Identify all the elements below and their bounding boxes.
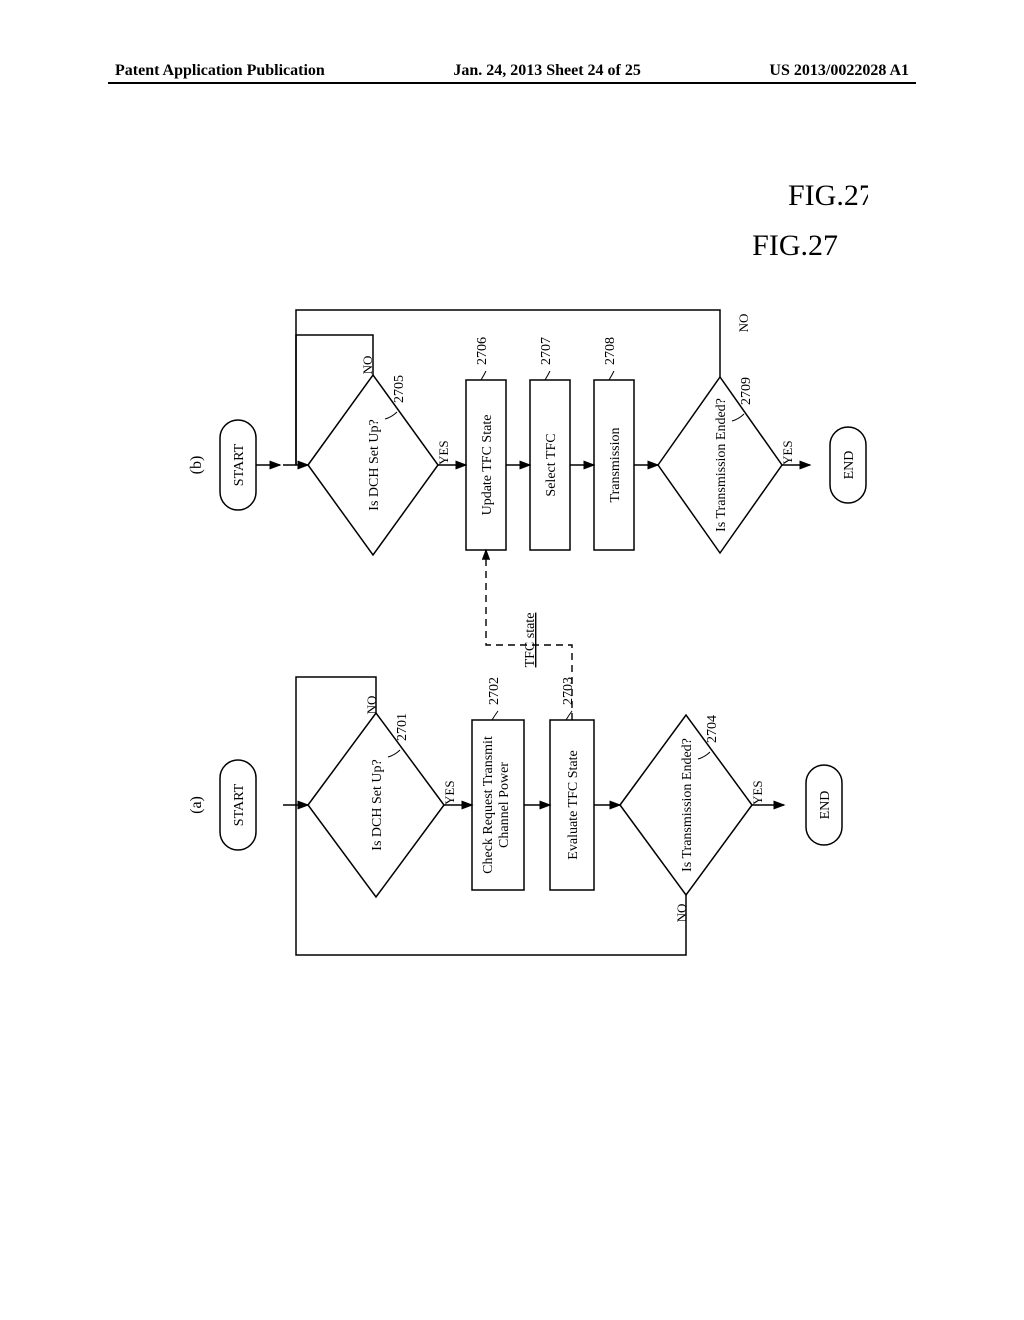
label-yes-2704: YES (750, 780, 765, 805)
label-no-2709: NO (736, 314, 751, 333)
svg-text:END: END (842, 451, 857, 480)
svg-text:(b): (b) (188, 456, 205, 475)
svg-text:START: START (232, 443, 247, 486)
header-left: Patent Application Publication (115, 62, 325, 80)
panel-a-label: (a) (188, 796, 205, 814)
label-yes-2705: YES (436, 440, 451, 465)
ref-2708: 2708 (603, 337, 618, 365)
svg-text:Update TFC State: Update TFC State (480, 415, 495, 516)
header-center: Jan. 24, 2013 Sheet 24 of 25 (453, 62, 641, 80)
svg-text:Select TFC: Select TFC (544, 433, 559, 496)
figure-diagram: FIG.27 (a) START Is DCH Set Up? 2701 NO … (148, 165, 868, 1040)
ref-2707: 2707 (539, 337, 554, 365)
ref-2705: 2705 (392, 375, 407, 403)
svg-text:START: START (232, 783, 247, 826)
svg-text:(a): (a) (188, 796, 205, 814)
figure-label: FIG.27 (752, 229, 838, 262)
label-yes-2709: YES (780, 440, 795, 465)
ref-2701: 2701 (395, 713, 410, 741)
svg-text:Is Transmission Ended?: Is Transmission Ended? (714, 398, 729, 532)
svg-text:Is DCH Set Up?: Is DCH Set Up? (370, 759, 385, 850)
tfc-state-label: TFC state (523, 613, 538, 668)
ref-2706: 2706 (475, 337, 490, 365)
ref-2709: 2709 (739, 377, 754, 405)
svg-text:Channel Power: Channel Power (497, 762, 512, 848)
svg-text:END: END (818, 791, 833, 820)
svg-text:Is Transmission Ended?: Is Transmission Ended? (680, 738, 695, 872)
panel-b-label: (b) (188, 456, 205, 475)
figure-label: FIG.27 (788, 179, 868, 212)
svg-text:Check Request Transmit: Check Request Transmit (481, 736, 496, 874)
ref-2703: 2703 (561, 677, 576, 705)
label-yes-2701: YES (442, 780, 457, 805)
header-rule (108, 82, 916, 84)
svg-text:Transmission: Transmission (608, 428, 623, 503)
svg-text:TFC state: TFC state (523, 613, 538, 668)
svg-text:Is DCH Set Up?: Is DCH Set Up? (367, 419, 382, 510)
page-header: Patent Application Publication Jan. 24, … (0, 62, 1024, 80)
ref-2702: 2702 (487, 677, 502, 705)
ref-2704: 2704 (705, 715, 720, 743)
svg-text:Evaluate TFC State: Evaluate TFC State (566, 750, 581, 859)
header-right: US 2013/0022028 A1 (769, 62, 909, 80)
